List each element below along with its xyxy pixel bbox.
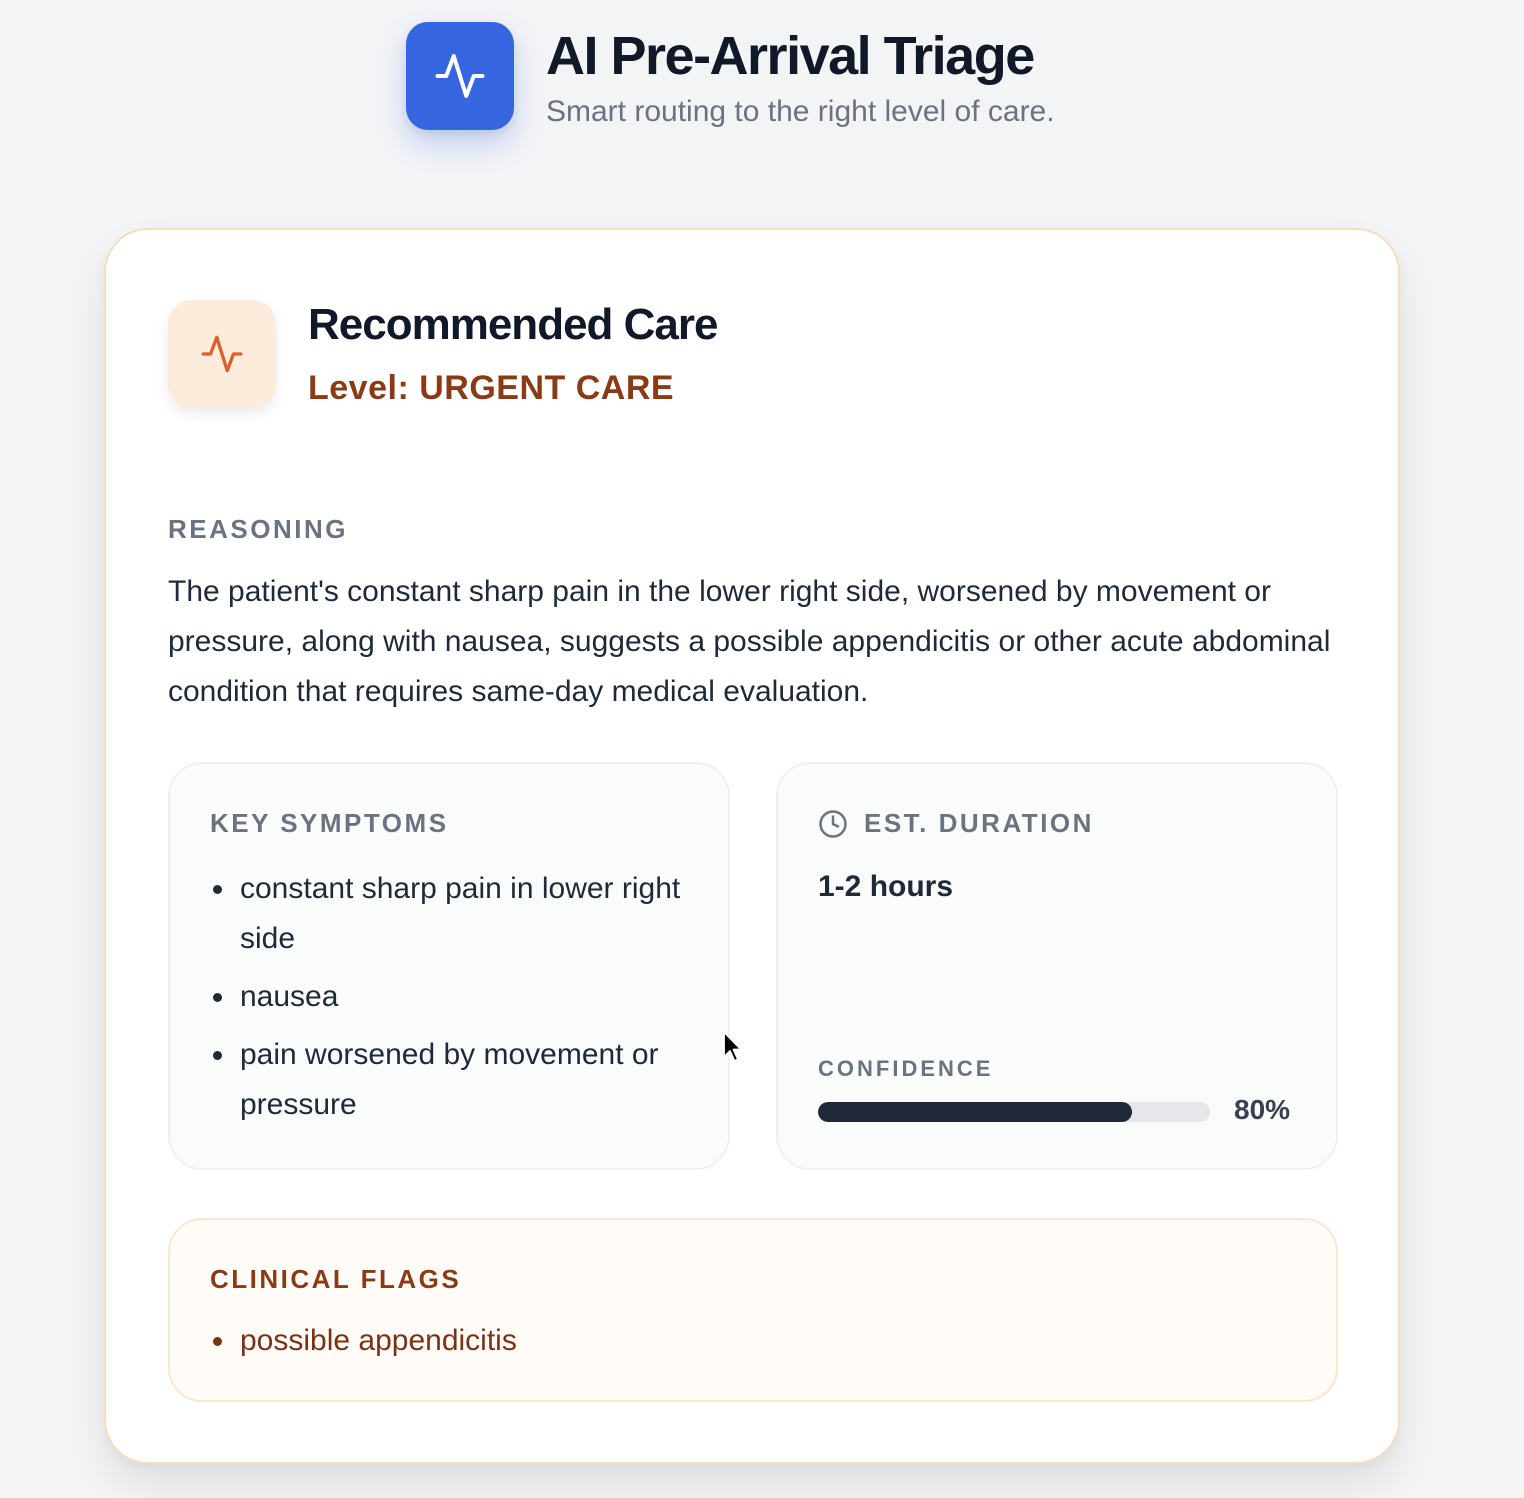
list-item: possible appendicitis [210, 1316, 517, 1366]
reasoning-section: REASONING The patient's constant sharp p… [168, 514, 1348, 717]
list-item: nausea [210, 972, 710, 1022]
reasoning-text: The patient's constant sharp pain in the… [168, 575, 1331, 708]
care-icon-badge [168, 300, 276, 408]
flag-list: possible appendicitis [210, 1316, 517, 1366]
key-symptoms-label: KEY SYMPTOMS [210, 808, 449, 838]
confidence-bar [818, 1102, 1210, 1122]
list-item: constant sharp pain in lower right side [210, 864, 710, 964]
duration-label: EST. DURATION [864, 808, 1094, 838]
confidence-value: 80% [1234, 1094, 1291, 1125]
app-subtitle: Smart routing to the right level of care… [546, 95, 1055, 128]
confidence-bar-fill [818, 1102, 1132, 1122]
care-header: Recommended Care Level: URGENT CARE [168, 300, 718, 408]
key-symptoms-panel: KEY SYMPTOMS constant sharp pain in lowe… [168, 762, 730, 1170]
clinical-flags-panel: CLINICAL FLAGS possible appendicitis [168, 1218, 1338, 1402]
activity-pulse-icon [435, 54, 485, 98]
list-item: pain worsened by movement or pressure [210, 1030, 710, 1130]
recommendation-card: Recommended Care Level: URGENT CARE REAS… [104, 228, 1400, 1464]
clinical-flags-label: CLINICAL FLAGS [210, 1264, 462, 1294]
app-header: AI Pre-Arrival Triage Smart routing to t… [406, 22, 1055, 130]
duration-value: 1-2 hours [818, 870, 954, 903]
app-logo [406, 22, 514, 130]
mouse-cursor-icon [723, 1031, 742, 1062]
care-level: Level: URGENT CARE [308, 369, 675, 407]
confidence-label: CONFIDENCE [818, 1056, 994, 1081]
app-title: AI Pre-Arrival Triage [546, 26, 1035, 86]
symptom-list: constant sharp pain in lower right side … [210, 864, 710, 1138]
reasoning-label: REASONING [168, 514, 348, 544]
duration-header: EST. DURATION [818, 808, 1094, 839]
care-title: Recommended Care [308, 300, 718, 349]
activity-pulse-icon [201, 335, 243, 373]
clock-icon [819, 809, 847, 838]
duration-panel: EST. DURATION 1-2 hours CONFIDENCE 80% [776, 762, 1338, 1170]
